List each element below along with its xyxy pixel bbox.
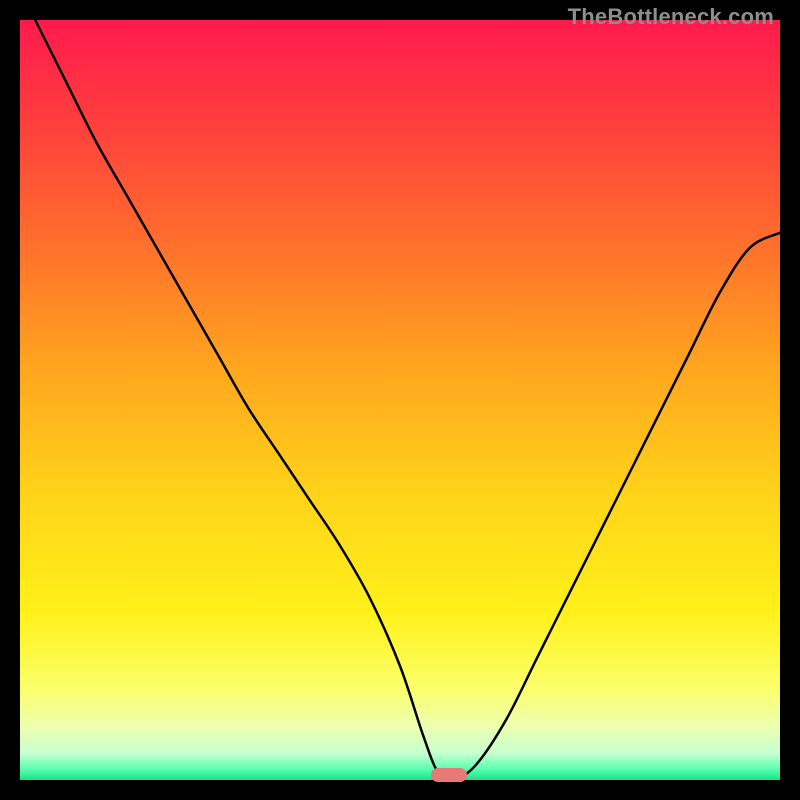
watermark-text: TheBottleneck.com (568, 4, 774, 30)
optimal-marker (431, 768, 467, 782)
bottleneck-plot (20, 20, 780, 780)
chart-frame (20, 20, 780, 780)
